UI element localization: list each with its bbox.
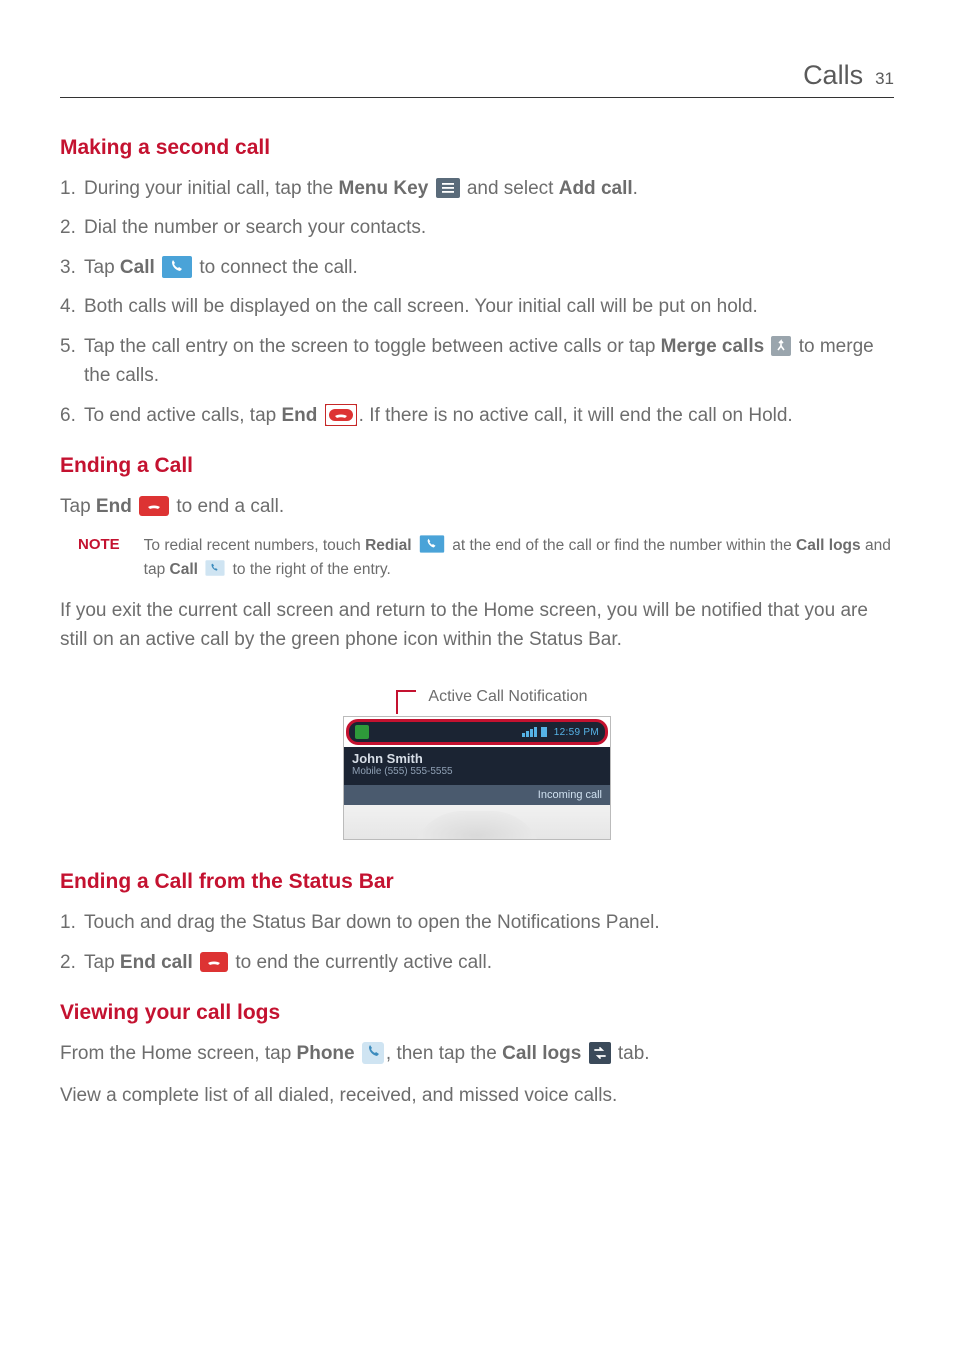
heading-ending-call-status-bar: Ending a Call from the Status Bar xyxy=(60,870,894,894)
figure-active-call-notification: Active Call Notification 12:59 PM John S… xyxy=(60,680,894,840)
phone-screenshot: 12:59 PM John Smith Mobile (555) 555-555… xyxy=(343,716,611,840)
end-label: End xyxy=(282,405,318,426)
text: to the right of the entry. xyxy=(233,561,391,578)
step-2: 2. Dial the number or search your contac… xyxy=(60,213,894,242)
call-logs-label: Call logs xyxy=(502,1043,581,1064)
menu-key-label: Menu Key xyxy=(339,178,429,199)
end-call-label: End call xyxy=(120,952,193,973)
step-4: 4. Both calls will be displayed on the c… xyxy=(60,292,894,321)
end-label: End xyxy=(96,496,132,517)
status-bar-highlight: 12:59 PM xyxy=(346,719,608,745)
end-call-icon xyxy=(200,952,228,972)
heading-making-second-call: Making a second call xyxy=(60,136,894,160)
step-number: 2. xyxy=(60,213,76,242)
end-call-icon xyxy=(325,404,357,426)
step-text: Both calls will be displayed on the call… xyxy=(84,296,758,317)
figure-caption: Active Call Notification xyxy=(428,688,587,706)
step-1: 1. During your initial call, tap the Men… xyxy=(60,174,894,203)
incoming-call-label: Incoming call xyxy=(344,785,610,805)
step-text: During your initial call, tap the xyxy=(84,178,339,199)
merge-calls-label: Merge calls xyxy=(661,336,765,357)
text: to end a call. xyxy=(176,496,284,517)
add-call-label: Add call xyxy=(559,178,633,199)
active-call-status-icon xyxy=(355,725,369,739)
page-number: 31 xyxy=(875,69,894,89)
step-text: to connect the call. xyxy=(199,257,357,278)
step-number: 2. xyxy=(60,948,76,977)
caller-name: John Smith xyxy=(352,751,602,766)
text: From the Home screen, tap xyxy=(60,1043,297,1064)
ending-call-status-bar-steps: 1. Touch and drag the Status Bar down to… xyxy=(60,908,894,977)
step-text: Tap the call entry on the screen to togg… xyxy=(84,336,661,357)
text: , then tap the xyxy=(386,1043,502,1064)
text: To redial recent numbers, touch xyxy=(144,537,365,554)
call-label: Call xyxy=(170,561,198,578)
ending-call-paragraph: If you exit the current call screen and … xyxy=(60,596,894,655)
header-chapter-title: Calls xyxy=(803,60,863,91)
step-text: to end the currently active call. xyxy=(235,952,492,973)
viewing-call-logs-line1: From the Home screen, tap Phone , then t… xyxy=(60,1039,894,1068)
step-text: Touch and drag the Status Bar down to op… xyxy=(84,912,660,933)
step-text: and select xyxy=(467,178,559,199)
step-number: 1. xyxy=(60,174,76,203)
step-text: . xyxy=(633,178,638,199)
step-6: 6. To end active calls, tap End . If the… xyxy=(60,401,894,430)
call-logs-tab-icon xyxy=(589,1042,611,1064)
phone-label: Phone xyxy=(297,1043,355,1064)
note-block: NOTE To redial recent numbers, touch Red… xyxy=(78,534,894,582)
step-1: 1. Touch and drag the Status Bar down to… xyxy=(60,908,894,937)
text: at the end of the call or find the numbe… xyxy=(452,537,796,554)
status-right: 12:59 PM xyxy=(522,727,599,738)
step-text: Tap xyxy=(84,952,120,973)
signal-icon xyxy=(522,727,550,737)
phone-app-icon xyxy=(362,1042,384,1064)
call-small-icon xyxy=(206,561,225,577)
menu-key-icon xyxy=(436,178,460,198)
step-number: 5. xyxy=(60,332,76,361)
caller-info: John Smith Mobile (555) 555-5555 xyxy=(344,747,610,785)
step-3: 3. Tap Call to connect the call. xyxy=(60,253,894,282)
ending-call-line: Tap End to end a call. xyxy=(60,492,894,521)
step-text: Dial the number or search your contacts. xyxy=(84,217,426,238)
figure-caption-row: Active Call Notification xyxy=(396,680,587,714)
answer-area xyxy=(344,805,610,839)
text: Tap xyxy=(60,496,96,517)
call-label: Call xyxy=(120,257,155,278)
figure-callout-line-icon xyxy=(396,690,416,714)
note-text: To redial recent numbers, touch Redial a… xyxy=(144,534,894,582)
step-number: 6. xyxy=(60,401,76,430)
call-icon xyxy=(162,256,192,278)
step-number: 4. xyxy=(60,292,76,321)
end-call-icon xyxy=(139,496,169,516)
page-header: Calls 31 xyxy=(60,60,894,98)
redial-label: Redial xyxy=(365,537,412,554)
call-logs-label: Call logs xyxy=(796,537,861,554)
heading-viewing-call-logs: Viewing your call logs xyxy=(60,1001,894,1025)
text: tab. xyxy=(618,1043,650,1064)
step-number: 1. xyxy=(60,908,76,937)
step-5: 5. Tap the call entry on the screen to t… xyxy=(60,332,894,391)
making-second-call-steps: 1. During your initial call, tap the Men… xyxy=(60,174,894,430)
step-text: Tap xyxy=(84,257,120,278)
step-text: . If there is no active call, it will en… xyxy=(359,405,793,426)
viewing-call-logs-line2: View a complete list of all dialed, rece… xyxy=(60,1081,894,1110)
step-number: 3. xyxy=(60,253,76,282)
step-text: To end active calls, tap xyxy=(84,405,282,426)
status-time: 12:59 PM xyxy=(554,727,599,738)
redial-icon xyxy=(420,536,445,554)
heading-ending-call: Ending a Call xyxy=(60,454,894,478)
caller-number: Mobile (555) 555-5555 xyxy=(352,766,602,777)
note-label: NOTE xyxy=(78,534,120,553)
step-2: 2. Tap End call to end the currently act… xyxy=(60,948,894,977)
merge-calls-icon xyxy=(771,336,791,356)
